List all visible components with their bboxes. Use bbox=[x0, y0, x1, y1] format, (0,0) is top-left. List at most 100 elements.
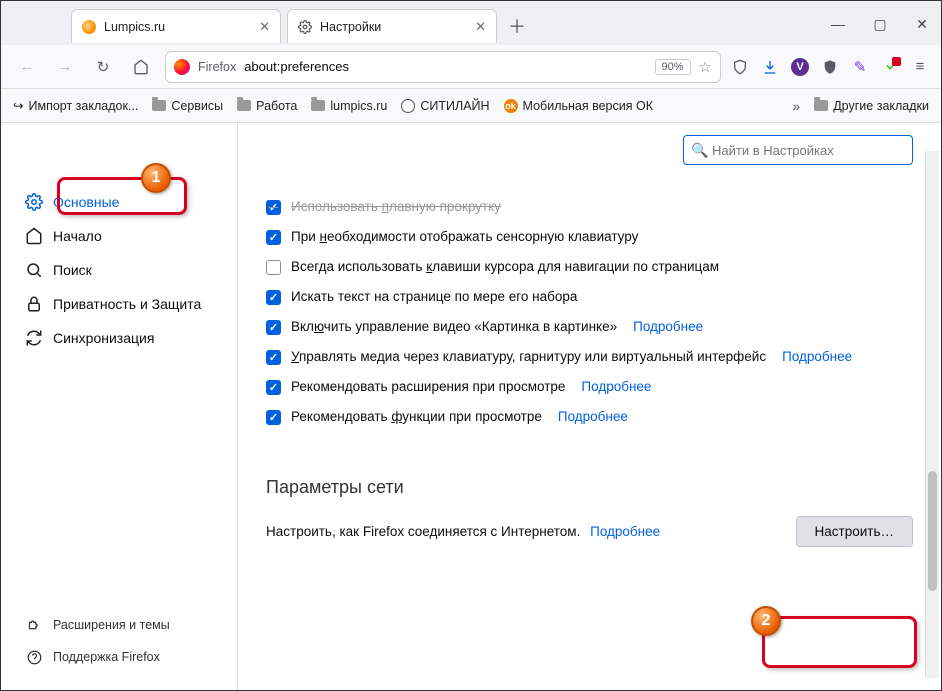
learn-more-link[interactable]: Подробнее bbox=[581, 379, 651, 394]
maximize-button[interactable]: ▢ bbox=[873, 17, 887, 31]
sidebar-item-extensions[interactable]: Расширения и темы bbox=[15, 610, 223, 640]
bookmark-label: Сервисы bbox=[171, 99, 223, 113]
checkbox[interactable] bbox=[266, 380, 281, 395]
bookmark-star-icon[interactable]: ☆ bbox=[699, 58, 712, 76]
home-button[interactable] bbox=[127, 53, 155, 81]
bookmark-folder-lumpics[interactable]: lumpics.ru bbox=[311, 99, 387, 113]
scrollbar[interactable] bbox=[925, 151, 939, 678]
puzzle-icon bbox=[25, 616, 43, 634]
scrollbar-thumb[interactable] bbox=[928, 471, 937, 591]
sidebar-item-label: Приватность и Защита bbox=[53, 296, 201, 312]
content-area: Основные Начало Поиск Приватность и Защи… bbox=[1, 123, 941, 690]
security-shield-icon[interactable] bbox=[821, 58, 839, 76]
toolbar-icons: V ✎ ≡ bbox=[731, 58, 929, 76]
network-section-header: Параметры сети bbox=[266, 477, 913, 498]
sidebar-item-home[interactable]: Начало bbox=[15, 219, 223, 253]
bookmark-label: lumpics.ru bbox=[330, 99, 387, 113]
tab-close-icon[interactable]: ✕ bbox=[475, 19, 486, 35]
sidebar-item-label: Поиск bbox=[53, 262, 92, 278]
checkbox[interactable] bbox=[266, 200, 281, 215]
bookmark-label: СИТИЛАЙН bbox=[420, 99, 489, 113]
bookmarks-overflow-icon[interactable]: » bbox=[792, 98, 800, 114]
checkbox-label: Искать текст на странице по мере его наб… bbox=[291, 289, 577, 304]
annotation-badge-2: 2 bbox=[751, 606, 781, 636]
bookmark-label: Работа bbox=[256, 99, 297, 113]
favicon-icon bbox=[82, 20, 96, 34]
sidebar-item-label: Поддержка Firefox bbox=[53, 650, 160, 664]
bookmark-import[interactable]: ↪ Импорт закладок... bbox=[13, 98, 138, 113]
forward-button[interactable]: → bbox=[51, 53, 79, 81]
globe-icon bbox=[401, 99, 415, 113]
checkbox[interactable] bbox=[266, 290, 281, 305]
gear-icon bbox=[298, 20, 312, 34]
sidebar-item-label: Основные bbox=[53, 194, 119, 210]
app-menu-button[interactable]: ≡ bbox=[911, 58, 929, 76]
checkbox-label: Управлять медиа через клавиатуру, гарнит… bbox=[291, 349, 766, 364]
learn-more-link[interactable]: Подробнее bbox=[633, 319, 703, 334]
back-button[interactable]: ← bbox=[13, 53, 41, 81]
network-row: Настроить, как Firefox соединяется с Инт… bbox=[266, 516, 913, 547]
bookmarks-toolbar: ↪ Импорт закладок... Сервисы Работа lump… bbox=[1, 89, 941, 123]
shield-icon[interactable] bbox=[731, 58, 749, 76]
bookmark-ok-mobile[interactable]: okМобильная версия ОК bbox=[504, 99, 653, 113]
settings-search-input[interactable] bbox=[683, 135, 913, 165]
network-settings-button[interactable]: Настроить… bbox=[796, 516, 913, 547]
annotation-highlight-2 bbox=[762, 616, 917, 668]
folder-icon bbox=[311, 100, 325, 111]
firefox-icon bbox=[174, 59, 190, 75]
reload-button[interactable]: ↻ bbox=[89, 53, 117, 81]
download-icon[interactable] bbox=[761, 58, 779, 76]
checkbox[interactable] bbox=[266, 410, 281, 425]
network-description: Настроить, как Firefox соединяется с Инт… bbox=[266, 524, 796, 539]
zoom-indicator[interactable]: 90% bbox=[655, 59, 691, 75]
checkbox[interactable] bbox=[266, 260, 281, 275]
gear-icon bbox=[25, 193, 43, 211]
checkbox-row: Всегда использовать клавиши курсора для … bbox=[266, 259, 913, 275]
tab-settings[interactable]: Настройки ✕ bbox=[287, 9, 497, 43]
home-icon bbox=[25, 227, 43, 245]
sidebar-item-support[interactable]: Поддержка Firefox bbox=[15, 642, 223, 672]
checkbox[interactable] bbox=[266, 320, 281, 335]
folder-icon bbox=[152, 100, 166, 111]
checkbox-label: Всегда использовать клавиши курсора для … bbox=[291, 259, 719, 274]
bookmark-other-folder[interactable]: Другие закладки bbox=[814, 99, 929, 113]
feather-icon[interactable]: ✎ bbox=[851, 58, 869, 76]
close-button[interactable]: ✕ bbox=[915, 17, 929, 31]
url-bar[interactable]: Firefox about:preferences 90% ☆ bbox=[165, 51, 721, 83]
minimize-button[interactable]: — bbox=[831, 17, 845, 31]
sidebar-item-general[interactable]: Основные bbox=[15, 185, 223, 219]
sidebar-item-search[interactable]: Поиск bbox=[15, 253, 223, 287]
search-icon bbox=[25, 261, 43, 279]
import-icon: ↪ bbox=[13, 98, 23, 113]
folder-icon bbox=[814, 100, 828, 111]
tab-lumpics[interactable]: Lumpics.ru ✕ bbox=[71, 9, 281, 43]
checkbox[interactable] bbox=[266, 230, 281, 245]
browsing-options: Использовать плавную прокруткуПри необхо… bbox=[266, 199, 913, 425]
bookmark-citilain[interactable]: СИТИЛАЙН bbox=[401, 99, 489, 113]
sidebar-item-label: Расширения и темы bbox=[53, 618, 170, 632]
bookmark-folder-services[interactable]: Сервисы bbox=[152, 99, 223, 113]
help-icon bbox=[25, 648, 43, 666]
learn-more-link[interactable]: Подробнее bbox=[558, 409, 628, 424]
checkbox-label: Рекомендовать расширения при просмотре bbox=[291, 379, 565, 394]
settings-search-wrap: 🔍 bbox=[683, 135, 913, 165]
new-tab-button[interactable]: ＋ bbox=[503, 12, 531, 40]
url-text: about:preferences bbox=[244, 59, 646, 74]
checkbox-label: При необходимости отображать сенсорную к… bbox=[291, 229, 638, 244]
sidebar-item-sync[interactable]: Синхронизация bbox=[15, 321, 223, 355]
learn-more-link[interactable]: Подробнее bbox=[590, 524, 660, 539]
learn-more-link[interactable]: Подробнее bbox=[782, 349, 852, 364]
bookmark-folder-work[interactable]: Работа bbox=[237, 99, 297, 113]
downloads-green-icon[interactable] bbox=[881, 58, 899, 76]
tab-strip: Lumpics.ru ✕ Настройки ✕ ＋ bbox=[1, 1, 941, 45]
sidebar-item-privacy[interactable]: Приватность и Защита bbox=[15, 287, 223, 321]
sync-icon bbox=[25, 329, 43, 347]
window-controls: — ▢ ✕ bbox=[831, 9, 929, 39]
sidebar-item-label: Синхронизация bbox=[53, 330, 154, 346]
checkbox[interactable] bbox=[266, 350, 281, 365]
notification-badge-icon bbox=[892, 57, 901, 66]
checkbox-label: Рекомендовать функции при просмотре bbox=[291, 409, 542, 424]
extension-v-icon[interactable]: V bbox=[791, 58, 809, 76]
tab-close-icon[interactable]: ✕ bbox=[259, 19, 270, 35]
settings-main: 🔍 Использовать плавную прокруткуПри необ… bbox=[238, 123, 941, 690]
